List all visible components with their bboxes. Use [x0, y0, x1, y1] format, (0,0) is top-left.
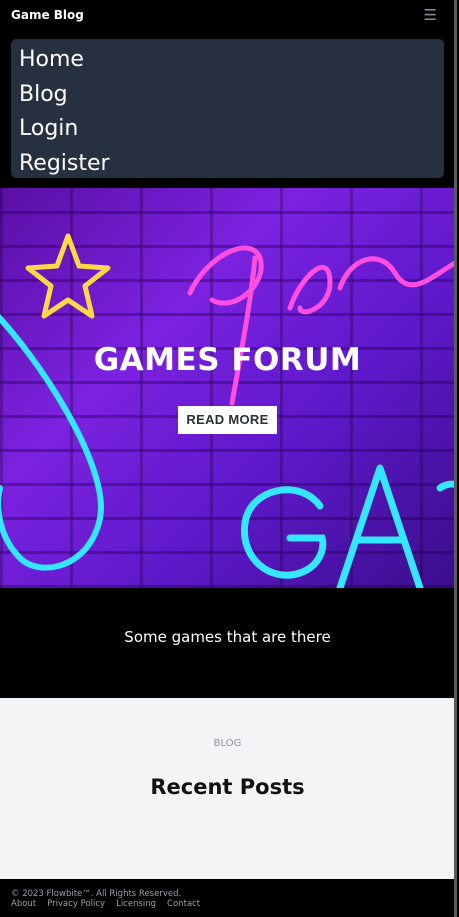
blog-kicker: BLOG — [213, 738, 242, 749]
read-more-button[interactable]: READ MORE — [178, 406, 277, 434]
hero-banner: GAMES FORUM READ MORE — [0, 188, 455, 588]
copyright-text: © 2023 Flowbite™. All Rights Reserved. — [11, 889, 182, 899]
hero-neon-artwork — [0, 233, 455, 588]
neon-letter-partial — [436, 480, 455, 492]
footer-links: About Privacy Policy Licensing Contact — [11, 899, 200, 909]
neon-star-icon — [25, 233, 111, 319]
neon-letter-g — [240, 486, 327, 579]
hamburger-menu-icon[interactable]: ☰ — [424, 6, 437, 24]
recent-posts-title: Recent Posts — [150, 775, 305, 799]
nav-item-login[interactable]: Login — [19, 112, 436, 147]
brand-logo-text[interactable]: Game Blog — [11, 8, 84, 22]
description-text: Some games that are there — [124, 628, 331, 646]
scrollbar[interactable] — [454, 0, 457, 917]
footer-link-contact[interactable]: Contact — [167, 899, 200, 909]
hero-title: GAMES FORUM — [93, 342, 362, 378]
nav-item-register[interactable]: Register — [19, 147, 436, 182]
footer-link-licensing[interactable]: Licensing — [116, 899, 156, 909]
neon-script-pink — [187, 245, 455, 406]
neon-letter-a — [336, 464, 424, 588]
footer-link-privacy-policy[interactable]: Privacy Policy — [47, 899, 105, 909]
nav-menu: Home Blog Login Register — [11, 39, 444, 178]
footer: © 2023 Flowbite™. All Rights Reserved. A… — [0, 879, 455, 917]
blog-section: BLOG Recent Posts — [0, 698, 455, 879]
navbar: Game Blog ☰ Home Blog Login Register — [0, 0, 459, 188]
description-section: Some games that are there — [0, 588, 455, 698]
nav-item-home[interactable]: Home — [19, 43, 436, 78]
footer-link-about[interactable]: About — [11, 899, 36, 909]
nav-item-blog[interactable]: Blog — [19, 78, 436, 113]
